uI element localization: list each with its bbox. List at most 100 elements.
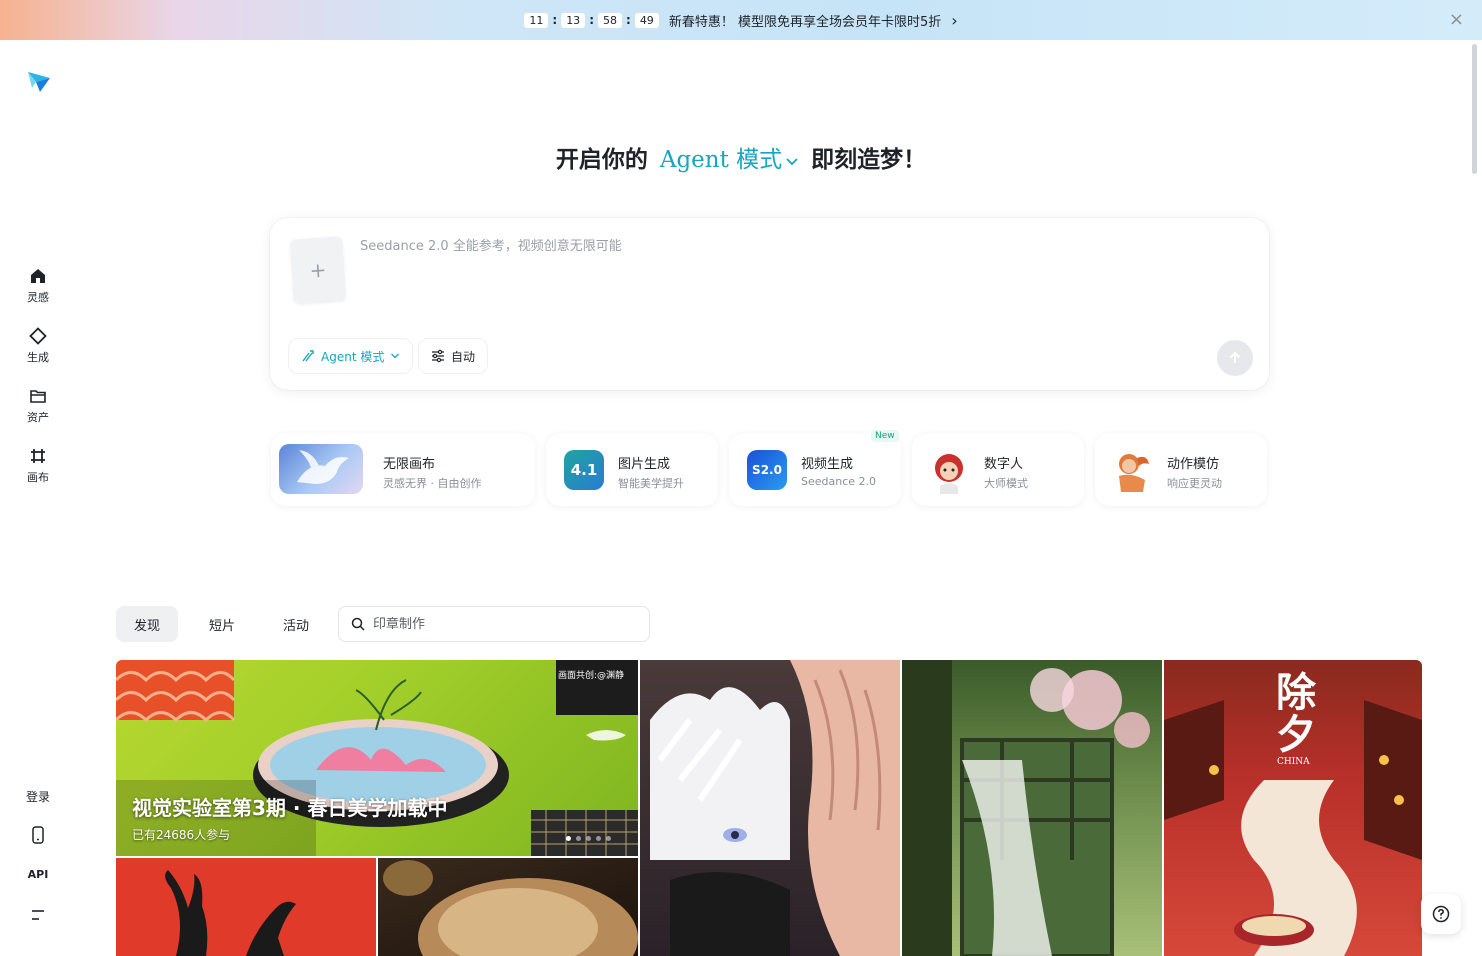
carousel-dots[interactable] [566, 836, 611, 841]
tab-events[interactable]: 活动 [265, 606, 327, 642]
close-icon[interactable]: × [1449, 9, 1464, 30]
api-link[interactable]: API [0, 868, 76, 881]
diamond-icon [28, 326, 48, 346]
sidebar-item-inspiration[interactable]: 灵感 [14, 266, 62, 316]
hero-mode-label: Agent 模式 [659, 147, 783, 173]
carousel-dot[interactable] [586, 836, 591, 841]
digital-human-thumbnail [926, 446, 972, 494]
carousel-dot[interactable] [576, 836, 581, 841]
gallery-artwork-anime [650, 660, 900, 956]
search-box[interactable] [338, 606, 650, 642]
gallery-item[interactable]: 除夕 CHINA [1164, 660, 1422, 956]
poster-subtitle: CHINA [1277, 757, 1310, 767]
sidebar-item-canvas[interactable]: 画布 [14, 446, 62, 496]
agent-sparkle-icon [302, 350, 314, 362]
promo-text[interactable]: 新春特惠！ 模型限免再享全场会员年卡限时5折 [669, 11, 941, 30]
gallery-item[interactable] [902, 660, 1162, 956]
tool-card-infinite-canvas[interactable]: 无限画布 灵感无界 · 自由创作 [271, 434, 535, 506]
featured-banner[interactable]: 画面共创:@渊静 视觉实验室第3期 · 春日美学加载中 已有24686人参与 [116, 660, 638, 856]
gallery-artwork-antlers [165, 870, 296, 956]
tool-subtitle: 响应更灵动 [1167, 477, 1222, 490]
hash-frame-icon [28, 446, 48, 466]
timer-seconds: 58 [598, 12, 622, 28]
poster-title: 除夕 [1276, 669, 1316, 758]
tool-card-image-gen[interactable]: 4.1 图片生成 智能美学提升 [546, 434, 718, 506]
sliders-icon [432, 349, 444, 363]
timer-centiseconds: 49 [634, 12, 659, 28]
gallery-artwork-window [902, 660, 1150, 956]
prompt-card: + Agent 模式 自动 [270, 218, 1269, 390]
gallery-item[interactable] [378, 858, 638, 956]
banner-title: 视觉实验室第3期 · 春日美学加载中 [132, 796, 448, 820]
image-gen-thumbnail: 4.1 [564, 450, 604, 490]
carousel-dot[interactable] [606, 836, 611, 841]
send-button[interactable] [1217, 340, 1253, 376]
chevron-right-icon[interactable]: › [951, 11, 957, 30]
folder-icon [28, 386, 48, 406]
sidebar: 灵感 生成 资产 画布 登录 API [0, 40, 76, 956]
agent-mode-chip[interactable]: Agent 模式 [288, 338, 414, 374]
arrow-up-icon [1229, 351, 1241, 363]
tool-subtitle: 大师模式 [984, 477, 1028, 490]
auto-label: 自动 [451, 349, 476, 364]
timer-minutes: 13 [561, 12, 586, 28]
sidebar-item-label: 资产 [27, 411, 49, 424]
sidebar-item-label: 画布 [27, 471, 49, 484]
scrollbar-thumb[interactable] [1472, 44, 1477, 174]
tab-shorts[interactable]: 短片 [191, 606, 253, 642]
image-gen-version: 4.1 [570, 461, 598, 479]
hero-mode-selector[interactable]: Agent 模式 [660, 147, 799, 173]
timer-separator: : [626, 13, 631, 27]
tab-discover[interactable]: 发现 [116, 606, 179, 642]
pegasus-thumbnail [279, 444, 363, 494]
tool-subtitle: 灵感无界 · 自由创作 [383, 477, 482, 490]
search-input[interactable] [373, 616, 633, 632]
plus-icon: + [308, 257, 328, 283]
tool-title: 视频生成 [801, 457, 854, 472]
sidebar-item-assets[interactable]: 资产 [14, 386, 62, 436]
timer-hours: 11 [524, 12, 549, 28]
tool-title: 图片生成 [618, 457, 671, 472]
gallery-artwork-fur [383, 860, 638, 956]
upload-reference-button[interactable]: + [289, 236, 347, 304]
tool-card-digital-human[interactable]: 数字人 大师模式 [912, 434, 1084, 506]
sidebar-item-label: 生成 [27, 351, 49, 364]
gallery-item[interactable] [640, 660, 900, 956]
tool-subtitle: Seedance 2.0 [801, 475, 877, 488]
help-button[interactable] [1421, 894, 1461, 934]
tool-subtitle: 智能美学提升 [618, 477, 684, 490]
banner-credit: 画面共创:@渊静 [557, 671, 624, 681]
home-icon [28, 266, 48, 286]
video-gen-thumbnail: S2.0 [747, 450, 787, 490]
tool-title: 无限画布 [383, 457, 436, 472]
tool-title: 动作模仿 [1167, 457, 1220, 472]
video-gen-version: S2.0 [752, 463, 782, 477]
chevron-down-icon [786, 158, 798, 166]
search-icon [351, 617, 365, 631]
carousel-dot[interactable] [596, 836, 601, 841]
chevron-down-icon [391, 353, 400, 359]
tool-card-motion-mimic[interactable]: 动作模仿 响应更灵动 [1095, 434, 1267, 506]
timer-separator: : [552, 13, 558, 27]
prompt-input[interactable] [360, 234, 1240, 258]
carousel-dot[interactable] [566, 836, 571, 841]
agent-mode-label: Agent 模式 [321, 349, 385, 364]
auto-settings-chip[interactable]: 自动 [418, 338, 489, 374]
hero-prefix: 开启你的 [555, 146, 648, 173]
motion-mimic-thumbnail [1109, 446, 1155, 494]
timer-separator: : [589, 13, 594, 27]
banner-participants: 已有24686人参与 [132, 828, 231, 842]
login-button[interactable]: 登录 [0, 788, 76, 805]
promo-banner[interactable]: 11 : 13 : 58 : 49 新春特惠！ 模型限免再享全场会员年卡限时5折… [0, 0, 1482, 40]
sidebar-item-label: 灵感 [27, 291, 49, 304]
logo-icon[interactable] [24, 66, 52, 94]
countdown-timer: 11 : 13 : 58 : 49 [524, 12, 659, 28]
menu-icon[interactable] [0, 908, 76, 922]
hero-title: 开启你的 Agent 模式 即刻造梦！ [0, 140, 1482, 174]
mobile-icon[interactable] [0, 826, 76, 844]
sidebar-item-generate[interactable]: 生成 [14, 326, 62, 376]
hero-suffix: 即刻造梦！ [811, 146, 927, 173]
gallery-item[interactable] [116, 858, 376, 956]
help-icon [1432, 905, 1450, 923]
tool-card-video-gen[interactable]: S2.0 视频生成 Seedance 2.0 [729, 434, 901, 506]
